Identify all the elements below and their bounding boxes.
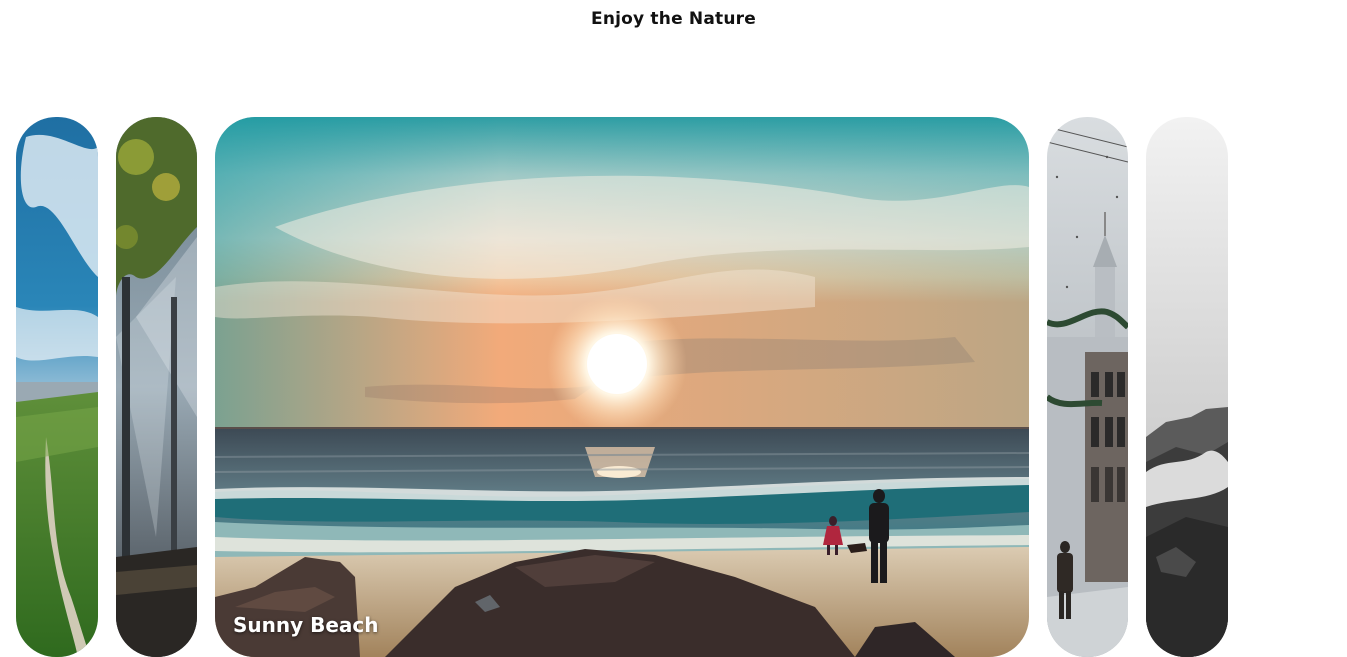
- panel-caption: Sunny Beach: [233, 613, 379, 637]
- forest-image: [116, 117, 197, 657]
- beach-image: [215, 117, 1029, 657]
- gallery-panel-city[interactable]: [1047, 117, 1128, 657]
- mountains-image: [1146, 117, 1228, 657]
- meadow-image: [16, 117, 98, 657]
- gallery-panel-beach[interactable]: Sunny Beach: [215, 117, 1029, 657]
- page-title: Enjoy the Nature: [591, 9, 756, 29]
- city-image: [1047, 117, 1128, 657]
- gallery-panel-mountains[interactable]: [1146, 117, 1228, 657]
- gallery-panel-forest[interactable]: [116, 117, 197, 657]
- gallery-panel-meadow[interactable]: [16, 117, 98, 657]
